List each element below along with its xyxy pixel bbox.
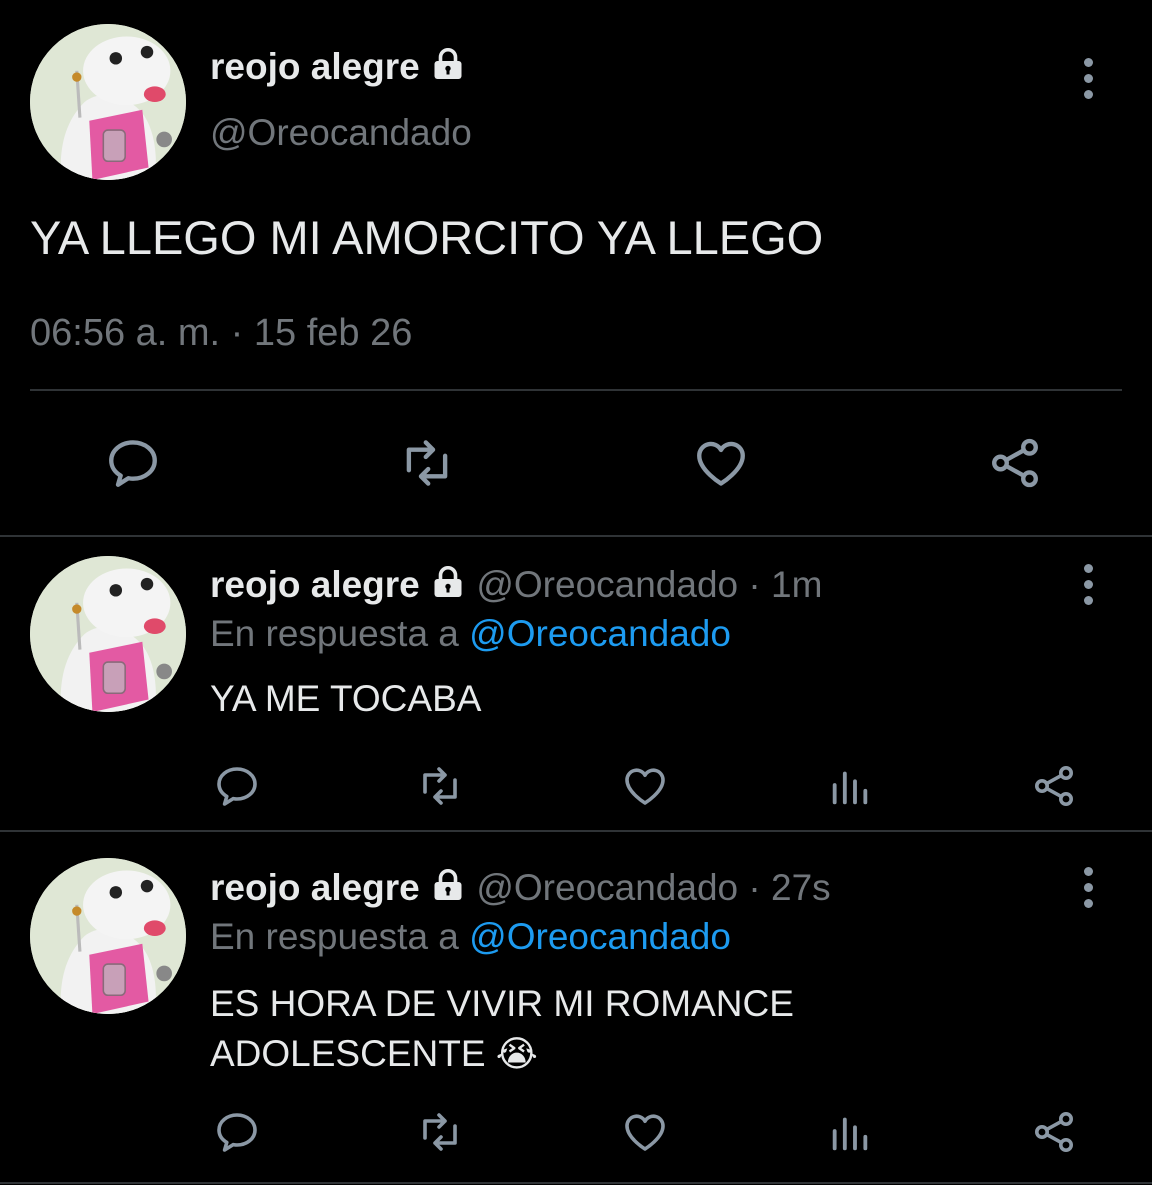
divider (30, 389, 1122, 391)
reply-icon[interactable] (104, 434, 162, 492)
share-icon[interactable] (986, 434, 1044, 492)
more-options-icon[interactable] (1084, 867, 1094, 915)
analytics-icon[interactable] (827, 1110, 873, 1156)
handle[interactable]: @Oreocandado (210, 110, 472, 156)
like-icon[interactable] (621, 1108, 669, 1156)
crying-emoji: 😭 (495, 1033, 538, 1074)
reply-icon[interactable] (213, 762, 261, 810)
more-options-icon[interactable] (1084, 58, 1094, 106)
display-name[interactable]: reojo alegre (210, 46, 420, 87)
reply-prefix: En respuesta a (210, 613, 459, 654)
reply-time: · 1m (748, 564, 823, 605)
avatar[interactable] (30, 24, 186, 180)
reply-author-row: reojo alegre @Oreocandado · 1m (210, 562, 822, 611)
divider (0, 830, 1152, 832)
reply-time: · 27s (748, 867, 831, 908)
more-options-icon[interactable] (1084, 564, 1094, 612)
retweet-icon[interactable] (416, 1108, 464, 1156)
lock-icon (430, 564, 466, 611)
handle[interactable]: @Oreocandado (476, 867, 738, 908)
share-icon[interactable] (1030, 1108, 1078, 1156)
lock-icon (430, 46, 466, 93)
divider (0, 1182, 1152, 1184)
analytics-icon[interactable] (827, 764, 873, 810)
author-row: reojo alegre (210, 44, 466, 93)
reply-author-row: reojo alegre @Oreocandado · 27s (210, 865, 831, 914)
reply-text: ES HORA DE VIVIR MI ROMANCE ADOLESCENTE … (210, 979, 794, 1079)
share-icon[interactable] (1030, 762, 1078, 810)
reply-text-line-2: ADOLESCENTE 😭 (210, 1029, 794, 1079)
avatar[interactable] (30, 556, 186, 712)
reply-icon[interactable] (213, 1108, 261, 1156)
like-icon[interactable] (692, 434, 750, 492)
avatar[interactable] (30, 858, 186, 1014)
reply-prefix: En respuesta a (210, 916, 459, 957)
reply-text: YA ME TOCABA (210, 678, 482, 719)
handle[interactable]: @Oreocandado (476, 564, 738, 605)
reply-to-link[interactable]: @Oreocandado (469, 916, 731, 957)
reply-context: En respuesta a @Oreocandado (210, 914, 731, 960)
reply-to-link[interactable]: @Oreocandado (469, 613, 731, 654)
retweet-icon[interactable] (416, 762, 464, 810)
retweet-icon[interactable] (398, 434, 456, 492)
display-name[interactable]: reojo alegre (210, 564, 420, 605)
lock-icon (430, 867, 466, 914)
display-name[interactable]: reojo alegre (210, 867, 420, 908)
reply-text-line: ADOLESCENTE (210, 1033, 486, 1074)
tweet-text: YA LLEGO MI AMORCITO YA LLEGO (30, 211, 824, 264)
reply-context: En respuesta a @Oreocandado (210, 611, 731, 657)
reply-text-line: ES HORA DE VIVIR MI ROMANCE (210, 983, 794, 1024)
tweet-timestamp: 06:56 a. m. · 15 feb 26 (30, 312, 413, 354)
like-icon[interactable] (621, 762, 669, 810)
divider (0, 535, 1152, 537)
